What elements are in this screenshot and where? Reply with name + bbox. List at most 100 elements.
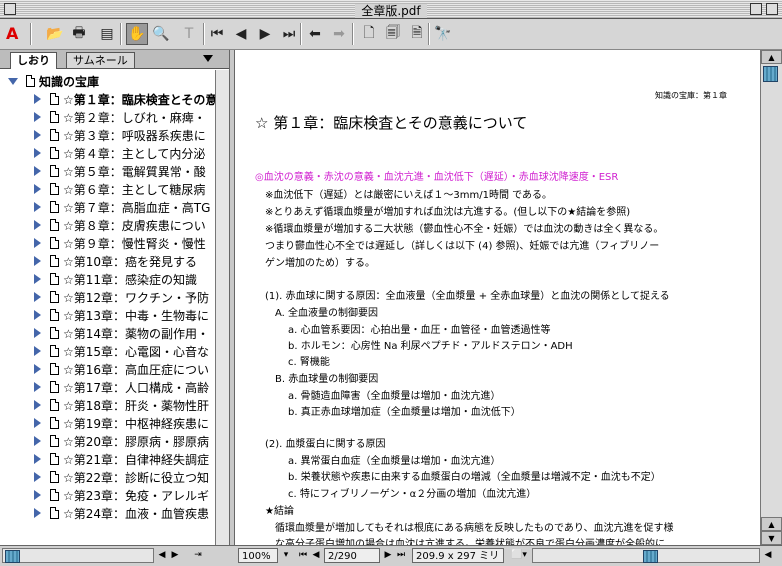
disclosure-expanded-icon[interactable] — [8, 77, 18, 85]
fit-width-icon[interactable]: 🗎 — [406, 23, 428, 45]
disclosure-collapsed-icon[interactable] — [34, 148, 41, 158]
body-text-line: b. ホルモン：心房性 Na 利尿ペプチド・アルドステロン・ADH — [288, 341, 573, 352]
status-next-page-icon[interactable]: ▶ — [382, 548, 394, 563]
bookmark-root[interactable]: 知識の宝庫 — [8, 72, 99, 90]
acrobat-logo[interactable]: A — [6, 24, 18, 43]
disclosure-collapsed-icon[interactable] — [34, 400, 41, 410]
bookmark-item[interactable]: ☆第17章：人口構成・高齢 — [34, 378, 215, 396]
disclosure-collapsed-icon[interactable] — [34, 436, 41, 446]
bookmark-item[interactable]: ☆第14章：薬物の副作用・ — [34, 324, 215, 342]
hand-tool-icon[interactable]: ✋ — [126, 23, 148, 45]
disclosure-collapsed-icon[interactable] — [34, 256, 41, 266]
disclosure-collapsed-icon[interactable] — [34, 292, 41, 302]
bookmark-item[interactable]: ☆第15章：心電図・心音な — [34, 342, 215, 360]
bookmark-item[interactable]: ☆第23章：免疫・アレルギ — [34, 486, 215, 504]
print-icon[interactable]: 🖶 — [68, 23, 90, 45]
disclosure-collapsed-icon[interactable] — [34, 418, 41, 428]
tab-bookmarks[interactable]: しおり — [10, 52, 57, 69]
next-page-icon[interactable]: ▶ — [254, 23, 276, 45]
bookmark-item[interactable]: ☆第13章：中毒・生物毒に — [34, 306, 215, 324]
bookmark-item[interactable]: ☆第11章：感染症の知識 — [34, 270, 215, 288]
bookmark-item[interactable]: ☆第４章：主として内分泌 — [34, 144, 215, 162]
bookmark-item[interactable]: ☆第７章：高脂血症・高TG — [34, 198, 215, 216]
document-scrollbar[interactable]: ▲ ▲ ▼ — [760, 50, 782, 545]
nav-hscroll-thumb[interactable] — [5, 550, 20, 563]
disclosure-collapsed-icon[interactable] — [34, 364, 41, 374]
disclosure-collapsed-icon[interactable] — [34, 130, 41, 140]
zoom-box[interactable] — [750, 3, 762, 15]
go-forward-icon[interactable]: ➡ — [328, 23, 350, 45]
open-icon[interactable]: 📂 — [44, 23, 66, 45]
bookmark-item[interactable]: ☆第19章：中枢神経疾患に — [34, 414, 215, 432]
nav-scroll-left-icon[interactable]: ◀ — [156, 548, 168, 563]
scroll-down-icon[interactable]: ▼ — [761, 531, 782, 545]
disclosure-collapsed-icon[interactable] — [34, 202, 41, 212]
disclosure-collapsed-icon[interactable] — [34, 238, 41, 248]
pane-resize-icon[interactable]: ⇥ — [192, 548, 204, 563]
previous-page-icon[interactable]: ◀ — [230, 23, 252, 45]
disclosure-collapsed-icon[interactable] — [34, 328, 41, 338]
tab-thumbnails[interactable]: サムネール — [66, 52, 135, 68]
bookmark-item[interactable]: ☆第２章：しびれ・麻痺・ — [34, 108, 215, 126]
bookmark-item[interactable]: ☆第10章：癌を発見する — [34, 252, 215, 270]
disclosure-collapsed-icon[interactable] — [34, 112, 41, 122]
doc-hscrollbar[interactable] — [532, 548, 760, 563]
nav-scroll-right-icon[interactable]: ▶ — [169, 548, 181, 563]
find-icon[interactable]: 🔭 — [432, 23, 454, 45]
disclosure-collapsed-icon[interactable] — [34, 184, 41, 194]
go-back-icon[interactable]: ⬅ — [304, 23, 326, 45]
disclosure-collapsed-icon[interactable] — [34, 472, 41, 482]
document-view[interactable]: 知識の宝庫：第１章 ☆ 第１章：臨床検査とその意義について ◎血沈の意義・赤沈の… — [234, 50, 761, 545]
status-last-page-icon[interactable]: ⏭ — [395, 548, 407, 563]
disclosure-collapsed-icon[interactable] — [34, 220, 41, 230]
show-hide-navigation-icon[interactable]: ▤ — [96, 23, 118, 45]
status-prev-page-icon[interactable]: ◀ — [310, 548, 322, 563]
palette-menu-icon[interactable] — [203, 55, 213, 62]
text-select-icon[interactable]: T — [178, 23, 200, 45]
page-number-field[interactable]: 2/290 — [324, 548, 380, 563]
status-first-page-icon[interactable]: ⏮ — [297, 548, 309, 563]
doc-scroll-left-icon[interactable]: ◀ — [762, 548, 774, 563]
disclosure-collapsed-icon[interactable] — [34, 490, 41, 500]
fit-page-icon[interactable]: 🗐 — [382, 23, 404, 45]
bookmark-item[interactable]: ☆第８章：皮膚疾患につい — [34, 216, 215, 234]
disclosure-collapsed-icon[interactable] — [34, 310, 41, 320]
bookmark-item[interactable]: ☆第21章：自律神経失調症 — [34, 450, 215, 468]
bookmark-item[interactable]: ☆第24章：血液・血管疾患 — [34, 504, 215, 522]
disclosure-collapsed-icon[interactable] — [34, 274, 41, 284]
title-bar[interactable]: 全章版.pdf — [0, 0, 782, 19]
zoom-menu-icon[interactable]: ▾ — [280, 548, 292, 563]
page-layout-icon[interactable]: ⬜▾ — [508, 548, 530, 563]
bookmark-item[interactable]: ☆第５章：電解質異常・酸 — [34, 162, 215, 180]
bookmark-item[interactable]: ☆第３章：呼吸器系疾患に — [34, 126, 215, 144]
disclosure-collapsed-icon[interactable] — [34, 94, 41, 104]
disclosure-collapsed-icon[interactable] — [34, 382, 41, 392]
scroll-up-icon[interactable]: ▲ — [761, 50, 782, 64]
bookmark-item[interactable]: ☆第１章：臨床検査とその意義 — [34, 90, 215, 108]
disclosure-collapsed-icon[interactable] — [34, 346, 41, 356]
zoom-field[interactable]: 100% — [238, 548, 278, 563]
bookmark-scrollbar[interactable] — [215, 70, 229, 545]
disclosure-collapsed-icon[interactable] — [34, 166, 41, 176]
scroll-up-bottom-icon[interactable]: ▲ — [761, 517, 782, 531]
bookmark-item[interactable]: ☆第16章：高血圧症につい — [34, 360, 215, 378]
bookmark-item[interactable]: ☆第18章：肝炎・薬物性肝 — [34, 396, 215, 414]
bookmark-item[interactable]: ☆第12章：ワクチン・予防 — [34, 288, 215, 306]
bookmark-item[interactable]: ☆第22章：診断に役立つ知 — [34, 468, 215, 486]
bookmark-item[interactable]: ☆第６章：主として糖尿病 — [34, 180, 215, 198]
first-page-icon[interactable]: ⏮ — [206, 23, 228, 45]
doc-hscroll-thumb[interactable] — [643, 550, 658, 563]
scroll-thumb[interactable] — [763, 66, 778, 82]
last-page-icon[interactable]: ⏭ — [278, 23, 300, 45]
disclosure-collapsed-icon[interactable] — [34, 454, 41, 464]
bookmark-item[interactable]: ☆第９章：慢性腎炎・慢性 — [34, 234, 215, 252]
zoom-tool-icon[interactable]: 🔍 — [150, 23, 172, 45]
bookmark-item[interactable]: ☆第20章：膠原病・膠原病 — [34, 432, 215, 450]
collapse-box[interactable] — [766, 3, 778, 15]
disclosure-collapsed-icon[interactable] — [34, 508, 41, 518]
divider — [352, 23, 354, 45]
bookmark-page-icon — [50, 219, 59, 231]
actual-size-icon[interactable]: 🗋 — [358, 23, 380, 45]
nav-hscrollbar[interactable] — [2, 548, 154, 563]
bookmark-page-icon — [50, 489, 59, 501]
